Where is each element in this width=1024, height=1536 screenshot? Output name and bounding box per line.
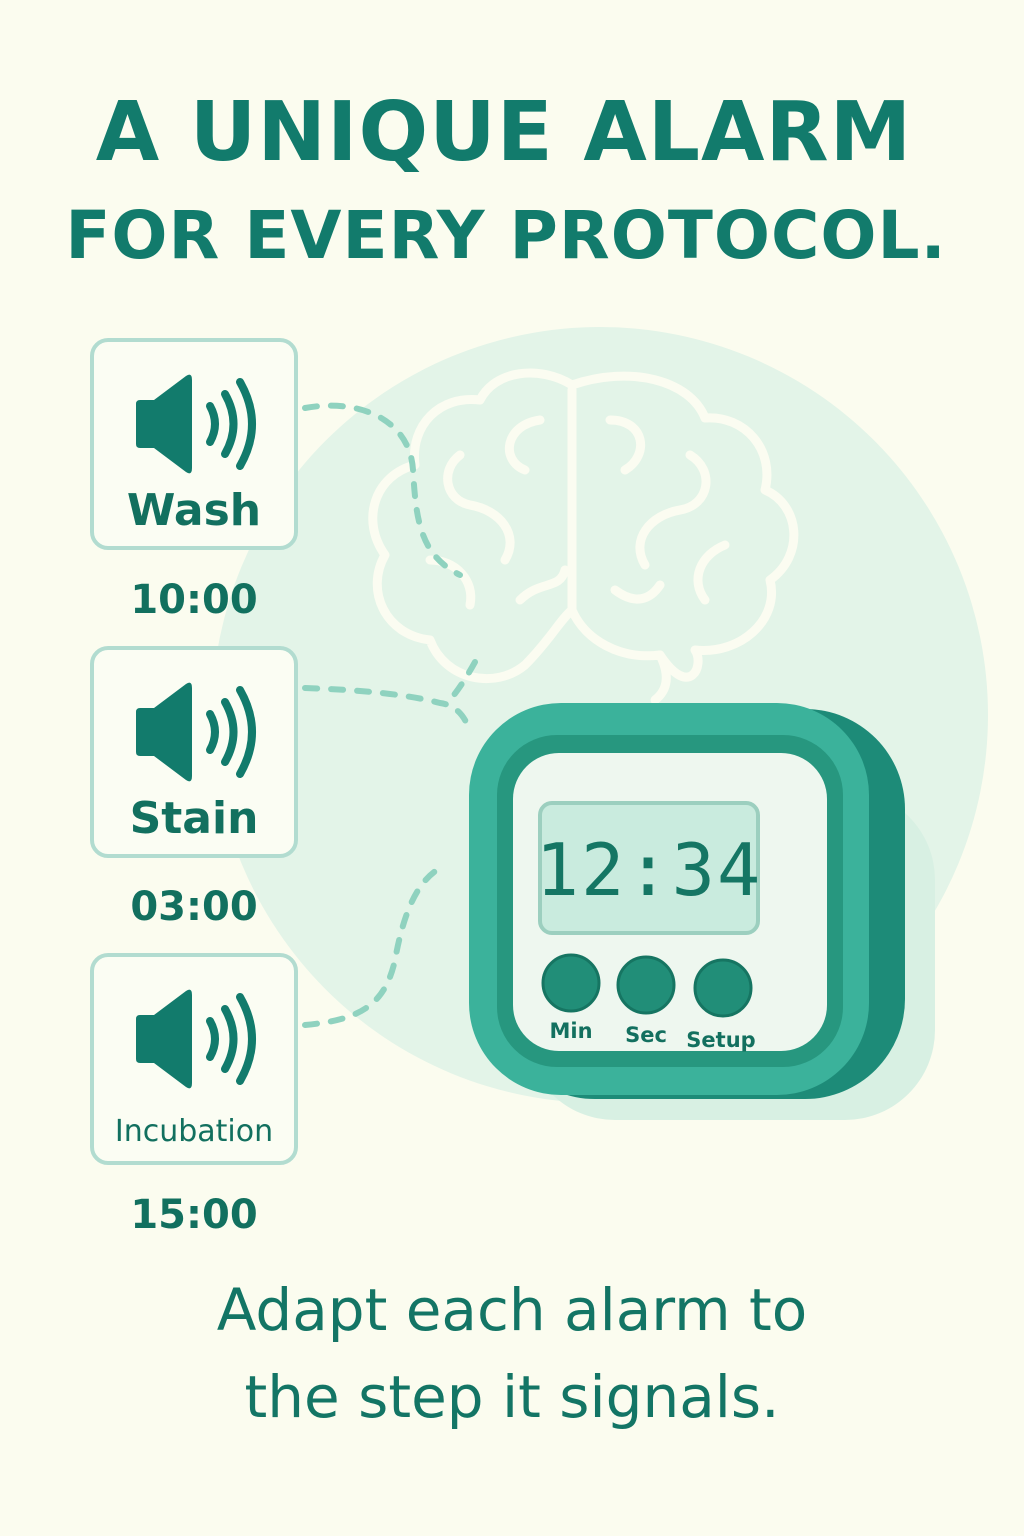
headline-line-2: FOR EVERY PROTOCOL. (65, 197, 947, 274)
alarm-time: 10:00 (130, 577, 258, 623)
speaker-icon (136, 682, 256, 782)
alarm-time: 03:00 (130, 884, 258, 930)
timer-device: 12:34 (469, 703, 935, 1120)
tagline-line-2: the step it signals. (244, 1363, 780, 1431)
alarm-card-incubation[interactable]: Incubation (90, 953, 298, 1165)
alarm-label: Wash (126, 485, 262, 536)
min-button-shape (541, 953, 601, 1013)
setup-button[interactable]: Setup (676, 1028, 766, 1052)
alarm-card-stain[interactable]: Stain (90, 646, 298, 858)
alarm-label: Incubation (114, 1114, 274, 1149)
speaker-icon (136, 989, 256, 1089)
poster: A UNIQUE ALARM FOR EVERY PROTOCOL. Wash … (0, 0, 1024, 1536)
timer-display: 12:34 (536, 828, 763, 912)
setup-button-shape (693, 958, 753, 1018)
speaker-icon (136, 374, 256, 474)
alarm-card-wash[interactable]: Wash (90, 338, 298, 550)
sec-button-shape (616, 955, 676, 1015)
tagline-line-1: Adapt each alarm to (216, 1276, 808, 1344)
alarm-label: Stain (129, 793, 259, 844)
alarm-time: 15:00 (130, 1192, 258, 1238)
headline-line-1: A UNIQUE ALARM (95, 85, 913, 180)
